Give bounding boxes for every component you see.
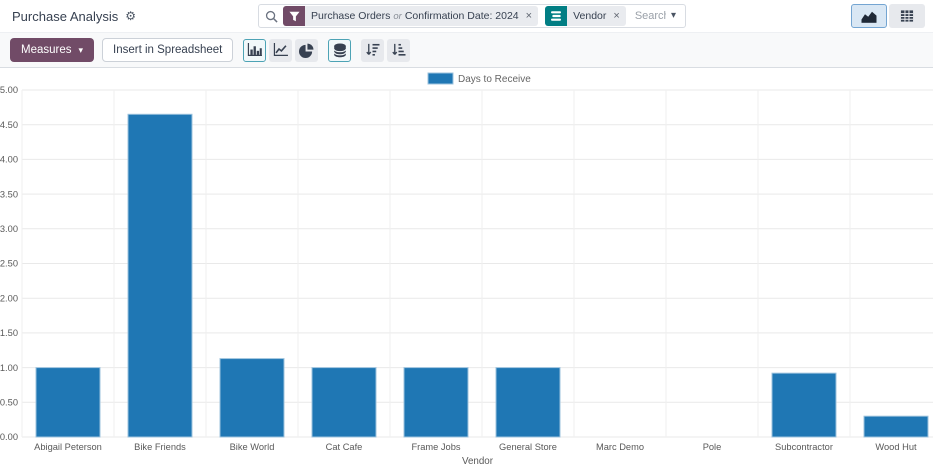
stacked-toggle-button[interactable] <box>328 39 351 62</box>
chart-bar[interactable] <box>128 114 192 437</box>
page-title: Purchase Analysis <box>12 9 118 24</box>
groupby-facet-close-icon[interactable]: × <box>611 6 625 26</box>
x-tick-label: Wood Hut <box>875 442 917 452</box>
pivot-table-icon <box>900 9 914 23</box>
chart-type-group <box>243 39 318 62</box>
y-tick-label: 4.50 <box>0 120 18 130</box>
layers-icon <box>545 6 567 26</box>
y-tick-label: 0.00 <box>0 432 18 442</box>
sort-descending-icon <box>365 43 380 57</box>
chart-bar[interactable] <box>772 373 836 437</box>
chart-bar[interactable] <box>220 359 284 437</box>
stacked-group <box>328 39 351 62</box>
x-tick-label: Subcontractor <box>775 442 833 452</box>
measures-button[interactable]: Measures ▾ <box>10 38 94 62</box>
sort-ascending-button[interactable] <box>387 39 410 62</box>
control-panel: Measures ▾ Insert in Spreadsheet <box>0 33 933 68</box>
legend-label[interactable]: Days to Receive <box>458 74 531 85</box>
view-switcher <box>851 4 925 28</box>
y-tick-label: 2.50 <box>0 259 18 269</box>
groupby-facet-label: Vendor <box>567 6 611 26</box>
filter-icon <box>283 6 305 26</box>
top-bar: Purchase Analysis ⚙ Purchase Orders or C… <box>0 0 933 33</box>
chart-bar[interactable] <box>36 368 100 437</box>
filter-facet-close-icon[interactable]: × <box>524 6 538 26</box>
stacked-icon <box>333 43 347 58</box>
filter-facet: Purchase Orders or Confirmation Date: 20… <box>283 6 538 26</box>
pie-chart-button[interactable] <box>295 39 318 62</box>
x-tick-label: Marc Demo <box>596 442 644 452</box>
sort-ascending-icon <box>391 43 406 57</box>
area-chart-icon <box>860 10 878 23</box>
line-chart-button[interactable] <box>269 39 292 62</box>
y-tick-label: 3.00 <box>0 224 18 234</box>
y-tick-label: 1.50 <box>0 328 18 338</box>
search-dropdown-caret-icon[interactable]: ▾ <box>668 11 679 21</box>
pie-chart-icon <box>299 43 314 58</box>
y-tick-label: 0.50 <box>0 398 18 408</box>
pivot-view-button[interactable] <box>889 4 925 28</box>
x-tick-label: Bike Friends <box>134 442 186 452</box>
sort-group <box>361 39 410 62</box>
x-tick-label: Abigail Peterson <box>34 442 102 452</box>
y-tick-label: 3.50 <box>0 189 18 199</box>
chart-bar[interactable] <box>496 368 560 437</box>
x-tick-label: Cat Cafe <box>326 442 363 452</box>
x-tick-label: General Store <box>499 442 557 452</box>
bar-chart-button[interactable] <box>243 39 266 62</box>
sort-descending-button[interactable] <box>361 39 384 62</box>
graph-view-button[interactable] <box>851 4 887 28</box>
chart-bar[interactable] <box>864 416 928 437</box>
bar-chart-icon <box>247 43 262 57</box>
search-bar[interactable]: Purchase Orders or Confirmation Date: 20… <box>258 4 686 28</box>
x-axis-title: Vendor <box>462 456 494 467</box>
y-tick-label: 4.00 <box>0 155 18 165</box>
chart-area: Days to Receive 0.00 0.50 1.00 1.50 2.00 2.50 3… <box>0 68 933 470</box>
line-chart-icon <box>273 43 288 57</box>
purchase-analysis-app: Purchase Analysis ⚙ Purchase Orders or C… <box>0 0 933 470</box>
x-tick-label: Bike World <box>230 442 275 452</box>
breadcrumb: Purchase Analysis ⚙ <box>12 9 136 24</box>
chart-bar[interactable] <box>312 368 376 437</box>
y-tick-label: 5.00 <box>0 85 18 95</box>
caret-down-icon: ▾ <box>79 46 84 55</box>
gear-icon[interactable]: ⚙ <box>125 10 136 22</box>
x-tick-label: Frame Jobs <box>411 442 460 452</box>
filter-facet-label: Purchase Orders or Confirmation Date: 20… <box>305 6 524 26</box>
purchase-analysis-chart: Days to Receive 0.00 0.50 1.00 1.50 2.00 2.50 3… <box>0 68 933 470</box>
legend-swatch[interactable] <box>428 73 453 84</box>
search-icon <box>265 10 278 23</box>
y-tick-label: 1.00 <box>0 363 18 373</box>
chart-bar[interactable] <box>404 368 468 437</box>
y-tick-label: 2.00 <box>0 293 18 303</box>
insert-in-spreadsheet-button[interactable]: Insert in Spreadsheet <box>102 38 233 62</box>
groupby-facet: Vendor × <box>545 6 626 26</box>
x-tick-label: Pole <box>703 442 722 452</box>
search-input[interactable] <box>633 9 668 23</box>
